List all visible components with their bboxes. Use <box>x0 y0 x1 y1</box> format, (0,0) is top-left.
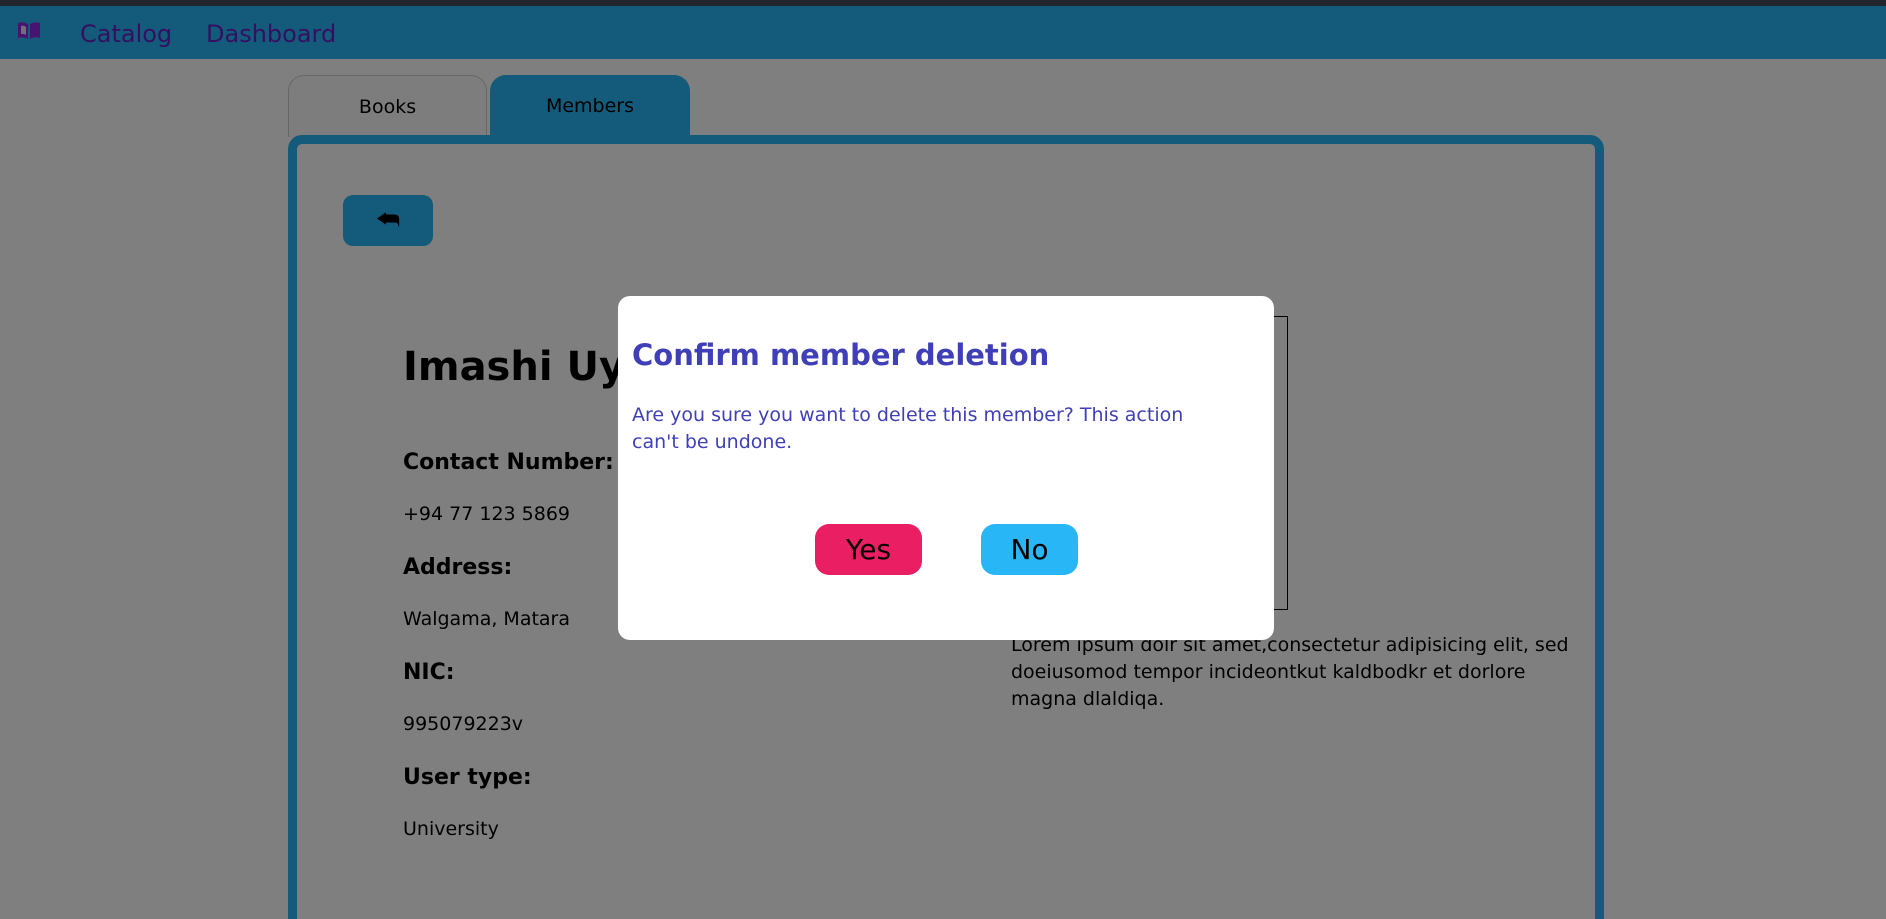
confirm-yes-button[interactable]: Yes <box>815 524 922 575</box>
dialog-message: Are you sure you want to delete this mem… <box>632 404 1184 453</box>
dialog-title: Confirm member deletion <box>632 338 1050 372</box>
confirm-delete-dialog: Confirm member deletion Are you sure you… <box>618 296 1274 640</box>
confirm-no-button[interactable]: No <box>981 524 1078 575</box>
